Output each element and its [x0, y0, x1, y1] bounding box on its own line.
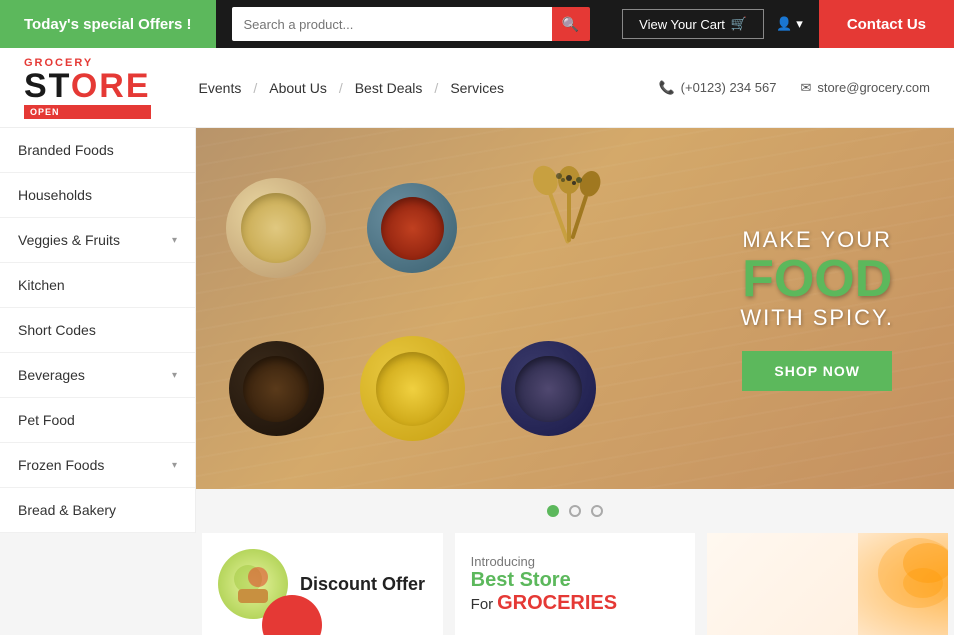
cart-icon: 🛒 [731, 16, 747, 32]
bowl-dark-spice [229, 341, 324, 436]
nav-deals[interactable]: Best Deals [347, 76, 431, 100]
main-content: Branded Foods Households Veggies & Fruit… [0, 128, 954, 533]
chevron-down-icon: ▾ [172, 370, 177, 381]
main-nav: Events / About Us / Best Deals / Service… [191, 76, 659, 100]
sidebar-label: Frozen Foods [18, 457, 104, 473]
hero-line2: FOOD [740, 253, 894, 305]
account-button[interactable]: 👤 ▾ [776, 16, 803, 32]
sidebar-item-veggies[interactable]: Veggies & Fruits ▾ [0, 218, 195, 263]
carousel-dot-3[interactable] [591, 505, 603, 517]
sidebar-label: Bread & Bakery [18, 502, 116, 518]
nav-sep-1: / [253, 80, 257, 96]
search-input[interactable] [232, 7, 552, 41]
sidebar-item-pet-food[interactable]: Pet Food [0, 398, 195, 443]
juice-card [707, 533, 948, 635]
introducing-for: For [471, 596, 494, 613]
offer-banner: Today's special Offers ! [0, 0, 216, 48]
bowl-spice-red [367, 183, 457, 273]
spoons-decoration [509, 188, 589, 268]
logo-store-highlight: ORE [71, 67, 151, 105]
hero-carousel: MAKE YOUR FOOD WITH SPICY. SHOP NOW [196, 128, 954, 489]
sidebar-item-households[interactable]: Households [0, 173, 195, 218]
carousel-dot-2[interactable] [569, 505, 581, 517]
search-button[interactable]: 🔍 [552, 7, 590, 41]
discount-text: Discount Offer [300, 574, 425, 595]
sidebar-label: Households [18, 187, 92, 203]
shop-now-button[interactable]: SHOP NOW [742, 351, 892, 391]
logo-store: STORE [24, 69, 151, 103]
sidebar-item-branded-foods[interactable]: Branded Foods [0, 128, 195, 173]
phone-number: (+0123) 234 567 [681, 80, 777, 95]
hero-text: MAKE YOUR FOOD WITH SPICY. SHOP NOW [740, 227, 954, 391]
search-area: 🔍 [216, 7, 623, 41]
top-bar: Today's special Offers ! 🔍 View Your Car… [0, 0, 954, 48]
nav-sep-3: / [434, 80, 438, 96]
nav-about[interactable]: About Us [261, 76, 335, 100]
bowl-yellow-spice [360, 336, 465, 441]
introducing-best: Best Store [471, 569, 571, 592]
account-icon: 👤 [776, 16, 792, 32]
sidebar-label: Branded Foods [18, 142, 114, 158]
header-contact: 📞 (+0123) 234 567 ✉ store@grocery.com [658, 80, 930, 96]
sidebar-item-beverages[interactable]: Beverages ▾ [0, 353, 195, 398]
sidebar: Branded Foods Households Veggies & Fruit… [0, 128, 196, 533]
hero-section: MAKE YOUR FOOD WITH SPICY. SHOP NOW [196, 128, 954, 533]
juice-svg [828, 533, 948, 613]
email-info: ✉ store@grocery.com [800, 80, 930, 96]
bowl-sand [226, 178, 326, 278]
introducing-sub: Introducing [471, 554, 535, 569]
cart-button[interactable]: View Your Cart 🛒 [622, 9, 764, 39]
bottom-cards: Discount Offer Introducing Best Store Fo… [0, 533, 954, 635]
bowl-dark-berries [501, 341, 596, 436]
email-address: store@grocery.com [817, 80, 930, 95]
hero-bowls [196, 128, 613, 489]
introducing-for-row: For GROCERIES [471, 592, 617, 615]
hero-line1: MAKE YOUR [740, 227, 894, 253]
nav-services[interactable]: Services [442, 76, 512, 100]
introducing-groceries: GROCERIES [497, 592, 617, 614]
sidebar-label: Kitchen [18, 277, 65, 293]
sidebar-item-frozen-foods[interactable]: Frozen Foods ▾ [0, 443, 195, 488]
carousel-dots [196, 489, 954, 533]
hero-line3: WITH SPICY. [740, 305, 894, 331]
sidebar-item-bread-bakery[interactable]: Bread & Bakery [0, 488, 195, 533]
sidebar-label: Veggies & Fruits [18, 232, 120, 248]
carousel-dot-1[interactable] [547, 505, 559, 517]
chevron-down-icon: ▾ [172, 460, 177, 471]
sidebar-label: Beverages [18, 367, 85, 383]
sidebar-label: Short Codes [18, 322, 96, 338]
sidebar-item-short-codes[interactable]: Short Codes [0, 308, 195, 353]
email-icon: ✉ [800, 80, 811, 96]
discount-title: Discount Offer [300, 574, 425, 595]
phone-icon: 📞 [658, 80, 674, 96]
sidebar-item-kitchen[interactable]: Kitchen [0, 263, 195, 308]
header: GROCERY STORE OPEN Events / About Us / B… [0, 48, 954, 128]
nav-sep-2: / [339, 80, 343, 96]
logo-open-badge: OPEN [24, 105, 151, 119]
nav-events[interactable]: Events [191, 76, 250, 100]
contact-button[interactable]: Contact Us [819, 0, 954, 48]
phone-info: 📞 (+0123) 234 567 [658, 80, 776, 96]
introducing-card: Introducing Best Store For GROCERIES [455, 533, 696, 635]
logo: GROCERY STORE OPEN [24, 57, 151, 119]
sidebar-label: Pet Food [18, 412, 75, 428]
discount-card: Discount Offer [202, 533, 443, 635]
chevron-down-icon: ▾ [172, 235, 177, 246]
